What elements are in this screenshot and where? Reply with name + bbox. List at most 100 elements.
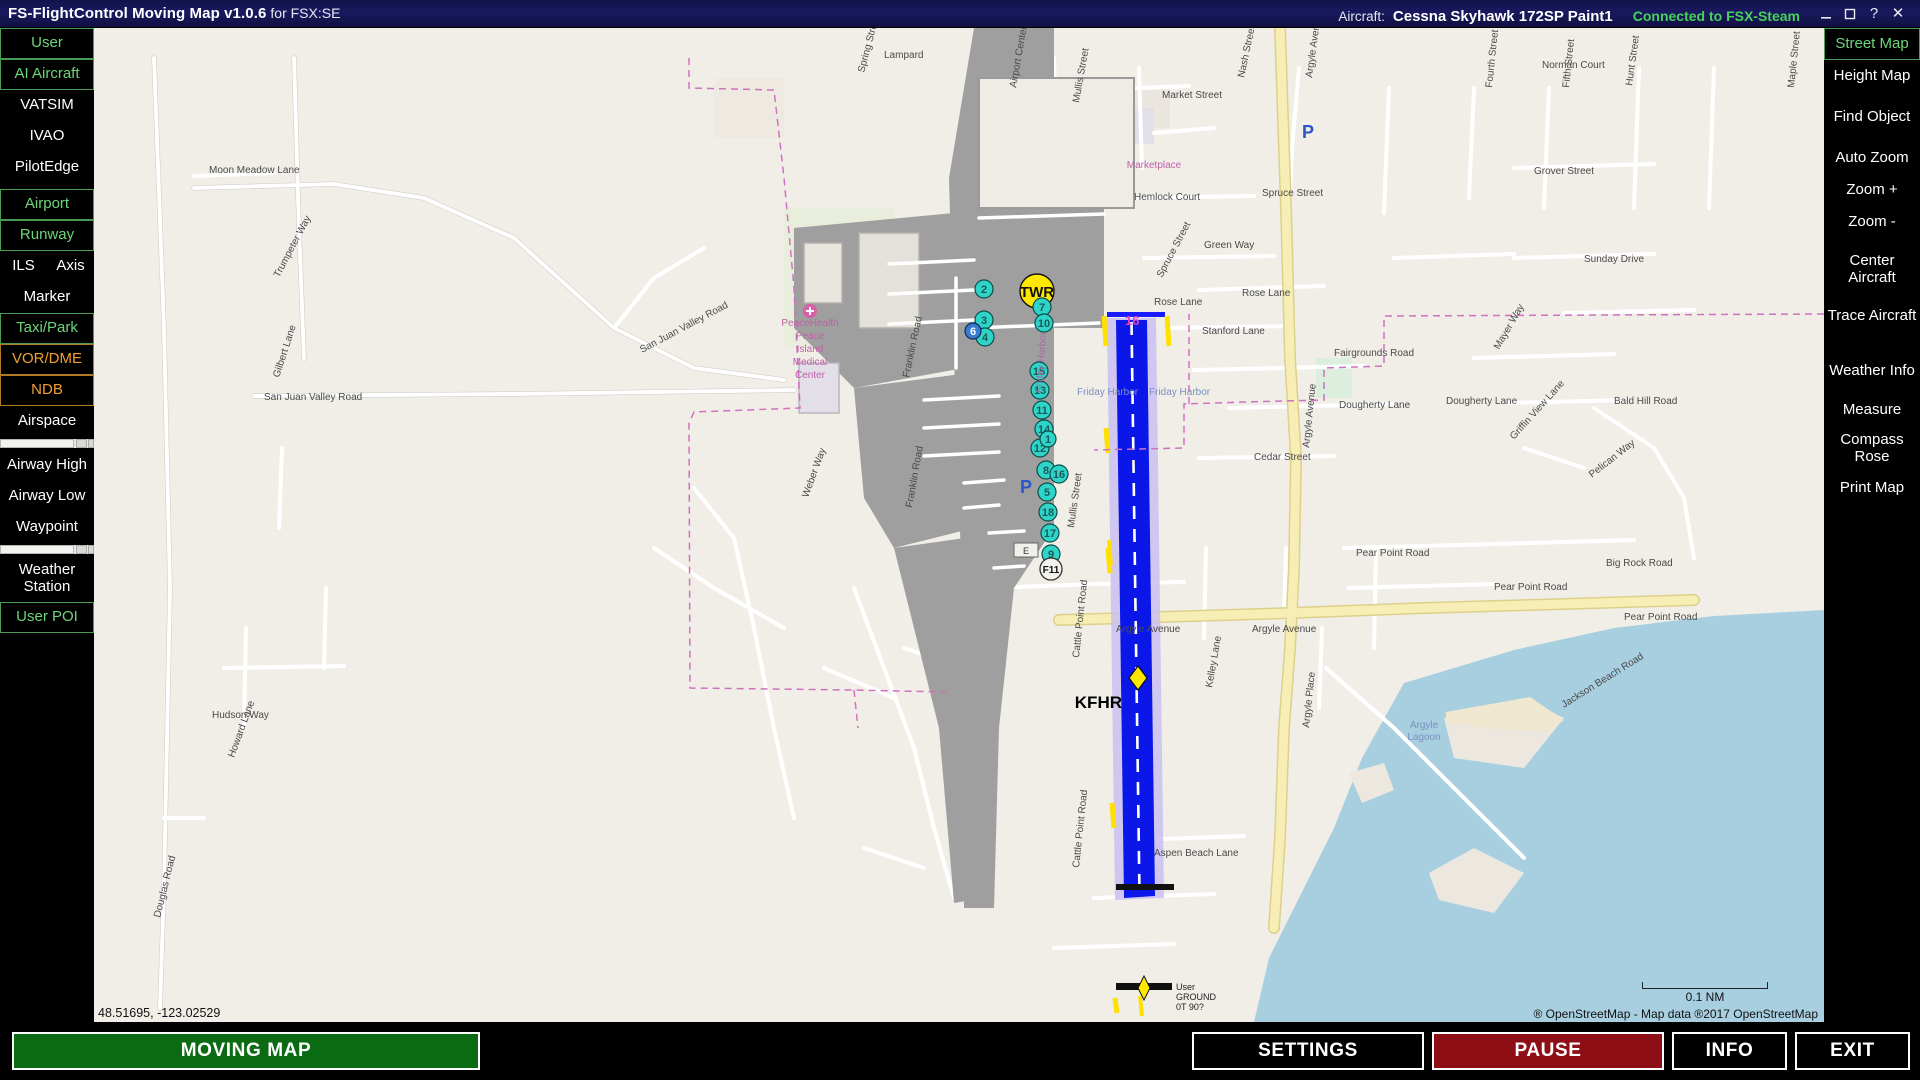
toolbar-item-zoom-in[interactable]: Zoom +: [1824, 174, 1920, 206]
sidebar-item-vatsim[interactable]: VATSIM: [0, 90, 94, 121]
sidebar-item-ndb[interactable]: NDB: [0, 375, 94, 406]
parking-p-apron: P: [1020, 477, 1032, 497]
help-icon[interactable]: ?: [1862, 3, 1886, 25]
sidebar-item-axis[interactable]: Axis: [47, 251, 94, 282]
sidebar-item-weather-station[interactable]: Weather Station: [0, 556, 94, 602]
moving-map-canvas[interactable]: .rd{stroke:#ffffff;fill:none;stroke-line…: [94, 28, 1824, 1022]
sidebar-item-vordme[interactable]: VOR/DME: [0, 344, 94, 375]
svg-text:Aspen Beach Lane: Aspen Beach Lane: [1154, 848, 1239, 859]
svg-text:F11: F11: [1043, 565, 1060, 576]
close-icon[interactable]: ✕: [1886, 3, 1910, 25]
svg-text:Norman Court: Norman Court: [1542, 60, 1605, 71]
toolbar-item-trace-aircraft[interactable]: Trace Aircraft: [1824, 293, 1920, 339]
sidebar-item-runway[interactable]: Runway: [0, 220, 94, 251]
svg-text:Argyle: Argyle: [1410, 720, 1439, 731]
svg-text:1: 1: [1045, 434, 1051, 446]
svg-text:PeaceHealth: PeaceHealth: [781, 318, 838, 329]
scrollbar-thumb[interactable]: [0, 545, 74, 554]
sidebar-item-marker[interactable]: Marker: [0, 282, 94, 313]
connection-status: Connected to FSX-Steam: [1633, 8, 1800, 24]
toolbar-item-find-object[interactable]: Find Object: [1824, 101, 1920, 133]
svg-text:Cedar Street: Cedar Street: [1254, 452, 1311, 463]
svg-text:Spruce Street: Spruce Street: [1262, 188, 1323, 199]
scrollbar-thumb[interactable]: [0, 439, 74, 448]
sidebar-scrollbar-upper[interactable]: [0, 439, 94, 448]
svg-text:Green Way: Green Way: [1204, 240, 1254, 251]
toolbar-item-measure[interactable]: Measure: [1824, 394, 1920, 426]
map-attribution: ® OpenStreetMap - Map data ®2017 OpenStr…: [1533, 1007, 1818, 1021]
settings-button[interactable]: SETTINGS: [1192, 1032, 1424, 1070]
toolbar-item-zoom-out[interactable]: Zoom -: [1824, 206, 1920, 238]
sidebar-scrollbar-lower[interactable]: [0, 545, 94, 554]
svg-text:Peace: Peace: [796, 331, 825, 342]
sidebar-item-waypoint[interactable]: Waypoint: [0, 512, 94, 543]
svg-text:5: 5: [1044, 487, 1050, 499]
svg-text:Sunday Drive: Sunday Drive: [1584, 254, 1644, 265]
bottom-button-bar: MOVING MAP SETTINGS PAUSE INFO EXIT: [0, 1022, 1920, 1080]
app-title: FS-FlightControl Moving Map v1.0.6: [8, 5, 266, 22]
map-scale-bar: 0.1 NM: [1642, 982, 1768, 1004]
svg-text:Grover Street: Grover Street: [1534, 166, 1594, 177]
toolbar-item-weather-info[interactable]: Weather Info: [1824, 348, 1920, 394]
minimize-button[interactable]: [1814, 3, 1838, 25]
toolbar-item-print-map[interactable]: Print Map: [1824, 472, 1920, 504]
map-graphics: .rd{stroke:#ffffff;fill:none;stroke-line…: [94, 28, 1824, 1022]
toolbar-item-compass-rose[interactable]: Compass Rose: [1824, 426, 1920, 472]
svg-text:Stanford Lane: Stanford Lane: [1202, 326, 1265, 337]
moving-map-button[interactable]: MOVING MAP: [12, 1032, 480, 1070]
pause-button[interactable]: PAUSE: [1432, 1032, 1664, 1070]
svg-text:Marketplace: Marketplace: [1127, 160, 1182, 171]
sidebar-item-ils[interactable]: ILS: [0, 251, 47, 282]
svg-text:18: 18: [1042, 507, 1054, 519]
maximize-button[interactable]: [1838, 3, 1862, 25]
scale-bar-line: [1642, 982, 1768, 989]
application-window: FS-FlightControl Moving Map v1.0.6 for F…: [0, 0, 1920, 1080]
svg-text:Bald Hill Road: Bald Hill Road: [1614, 396, 1677, 407]
svg-text:TWR: TWR: [1020, 284, 1054, 301]
svg-text:Medical: Medical: [793, 357, 827, 368]
svg-text:Center: Center: [795, 370, 826, 381]
toolbar-item-auto-zoom[interactable]: Auto Zoom: [1824, 142, 1920, 174]
sidebar-item-ai-aircraft[interactable]: AI Aircraft: [0, 59, 94, 90]
sidebar-item-airway-high[interactable]: Airway High: [0, 450, 94, 481]
svg-text:6: 6: [970, 326, 976, 338]
svg-text:Rose Lane: Rose Lane: [1242, 288, 1291, 299]
svg-text:San Juan Valley Road: San Juan Valley Road: [264, 392, 362, 403]
svg-text:0T 90?: 0T 90?: [1176, 1002, 1204, 1012]
exit-button[interactable]: EXIT: [1795, 1032, 1910, 1070]
sidebar-item-airway-low[interactable]: Airway Low: [0, 481, 94, 512]
svg-text:Hemlock Court: Hemlock Court: [1134, 192, 1200, 203]
sidebar-item-ivao[interactable]: IVAO: [0, 121, 94, 152]
svg-text:8: 8: [1043, 465, 1049, 477]
sidebar-item-pilotedge[interactable]: PilotEdge: [0, 152, 94, 183]
svg-text:Friday Harbor: Friday Harbor: [1077, 387, 1139, 398]
svg-text:User: User: [1176, 982, 1195, 992]
svg-text:Island: Island: [797, 344, 824, 355]
info-button[interactable]: INFO: [1672, 1032, 1787, 1070]
sidebar-item-user[interactable]: User: [0, 28, 94, 59]
svg-text:10: 10: [1038, 318, 1050, 330]
svg-text:Lagoon: Lagoon: [1407, 732, 1440, 743]
aircraft-label: Aircraft:: [1338, 9, 1385, 24]
sidebar-item-user-poi[interactable]: User POI: [0, 602, 94, 633]
sidebar-item-airspace[interactable]: Airspace: [0, 406, 94, 437]
airport-ident-label: KFHR: [1075, 693, 1122, 712]
toolbar-item-street-map[interactable]: Street Map: [1824, 28, 1920, 60]
svg-text:Pear Point Road: Pear Point Road: [1356, 548, 1429, 559]
sidebar-item-taxipark[interactable]: Taxi/Park: [0, 313, 94, 344]
svg-text:Moon Meadow Lane: Moon Meadow Lane: [209, 165, 300, 176]
toolbar-item-center-aircraft[interactable]: Center Aircraft: [1824, 247, 1920, 293]
svg-text:Lampard: Lampard: [884, 50, 923, 61]
scrollbar-arrow-left[interactable]: [76, 439, 87, 448]
svg-text:11: 11: [1036, 405, 1048, 417]
window-controls: ? ✕: [1814, 3, 1916, 25]
right-sidebar: Street Map Height Map Find Object Auto Z…: [1824, 28, 1920, 1022]
toolbar-item-height-map[interactable]: Height Map: [1824, 60, 1920, 92]
sidebar-item-airport[interactable]: Airport: [0, 189, 94, 220]
scrollbar-arrow-left[interactable]: [76, 545, 87, 554]
parking-p-north: P: [1302, 122, 1314, 142]
title-bar-right: Aircraft: Cessna Skyhawk 172SP Paint1 Co…: [1338, 3, 1920, 25]
sidebar-row-ils-axis: ILS Axis: [0, 251, 94, 282]
left-sidebar: User AI Aircraft VATSIM IVAO PilotEdge A…: [0, 28, 94, 1022]
map-coordinates: 48.51695, -123.02529: [98, 1006, 220, 1020]
